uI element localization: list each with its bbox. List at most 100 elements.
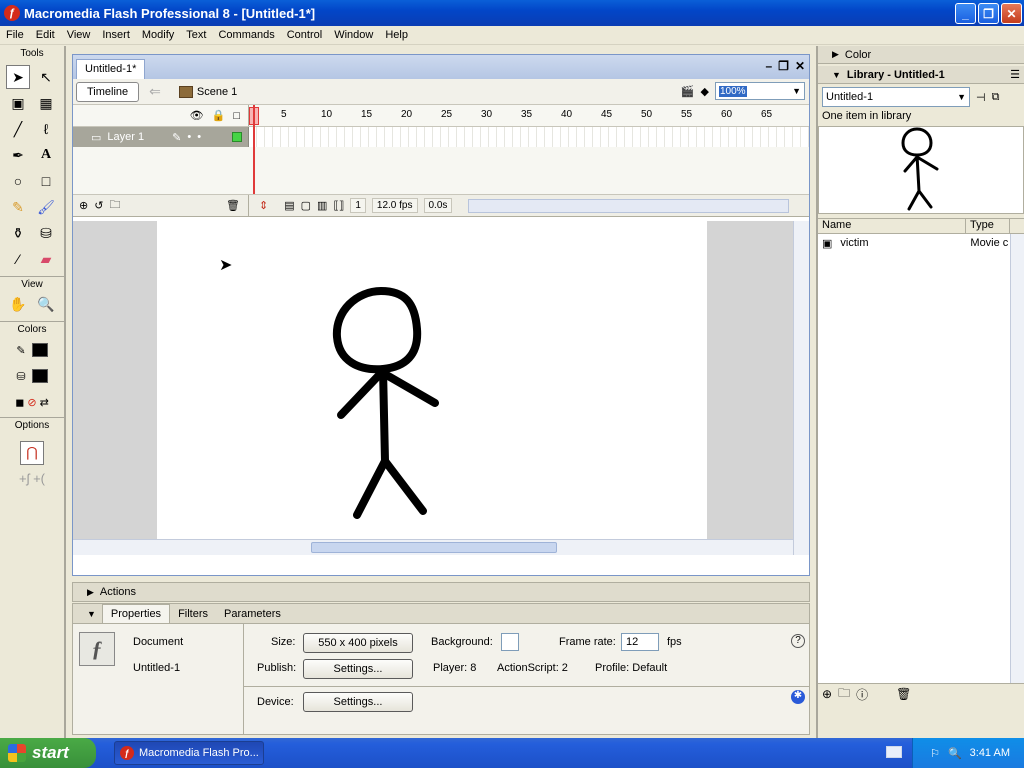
new-library-panel-icon[interactable]: ⧉ — [992, 91, 1000, 104]
stage[interactable] — [157, 221, 707, 555]
publish-settings-button[interactable]: Settings... — [303, 659, 413, 679]
actions-panel-bar[interactable]: ▶ Actions — [72, 582, 810, 602]
default-colors-icon[interactable]: ◼ — [15, 396, 24, 409]
library-document-select[interactable]: Untitled-1 ▼ — [822, 87, 970, 107]
line-tool-icon[interactable]: ╱ — [6, 117, 30, 141]
frame-rate-input[interactable]: 12 — [621, 633, 659, 651]
timeline-toggle-button[interactable]: Timeline — [76, 81, 140, 102]
scrollbar-thumb[interactable] — [311, 542, 557, 553]
onion-skin-icon[interactable]: ▤ — [284, 199, 294, 212]
timeline-horizontal-scrollbar[interactable] — [468, 199, 789, 213]
eyedropper-tool-icon[interactable]: ⁄ — [6, 247, 30, 271]
insert-folder-icon[interactable]: 🗀 — [109, 196, 120, 215]
search-icon[interactable]: 🔍 — [948, 747, 962, 760]
modify-onion-markers-icon[interactable]: ⟦⟧ — [333, 199, 344, 212]
outline-layers-icon[interactable]: □ — [233, 110, 240, 122]
tab-properties[interactable]: Properties — [101, 604, 171, 623]
menu-text[interactable]: Text — [180, 29, 212, 41]
brush-tool-icon[interactable]: 🖌 — [34, 195, 58, 219]
subselection-tool-icon[interactable]: ↖ — [34, 65, 58, 89]
hand-tool-icon[interactable]: ✋ — [6, 292, 30, 316]
stage-vertical-scrollbar[interactable] — [793, 221, 809, 555]
delete-layer-icon[interactable]: 🗑 — [226, 199, 240, 212]
doc-restore-icon[interactable]: ❐ — [778, 59, 789, 73]
menu-edit[interactable]: Edit — [30, 29, 61, 41]
color-panel-bar[interactable]: ▶ Color — [818, 46, 1024, 64]
zoom-dropdown[interactable]: 100% ▼ — [715, 82, 805, 100]
pencil-tool-icon[interactable]: ✎ — [6, 195, 30, 219]
zoom-tool-icon[interactable]: 🔍 — [34, 292, 58, 316]
snap-to-objects-icon[interactable]: ⋂ — [20, 440, 44, 465]
edit-multiple-frames-icon[interactable]: ▥ — [317, 199, 327, 212]
library-panel-bar[interactable]: ▼ Library - Untitled-1 ☰ — [818, 66, 1024, 84]
new-folder-icon[interactable]: 🗀 — [838, 684, 850, 705]
layer-row[interactable]: ▭ Layer 1 ✎ • • — [73, 127, 809, 147]
oval-tool-icon[interactable]: ○ — [6, 169, 30, 193]
list-item[interactable]: ▣ victim Movie c — [818, 234, 1024, 252]
stroke-color-swatch[interactable] — [31, 343, 48, 357]
network-icon[interactable]: ⚐ — [930, 747, 940, 760]
smooth-straighten-icon[interactable]: +ʃ +( — [19, 471, 45, 486]
stage-horizontal-scrollbar[interactable] — [73, 539, 793, 555]
properties-icon[interactable]: ⓘ — [856, 686, 868, 703]
new-symbol-icon[interactable]: ⊕ — [822, 687, 832, 701]
paint-bucket-tool-icon[interactable]: ⛁ — [34, 221, 58, 245]
ink-bottle-tool-icon[interactable]: ⚱ — [6, 221, 30, 245]
tab-filters[interactable]: Filters — [170, 605, 216, 623]
fill-color-swatch[interactable] — [31, 369, 48, 383]
device-settings-button[interactable]: Settings... — [303, 692, 413, 712]
collapse-arrow-icon[interactable]: ▼ — [87, 609, 96, 619]
text-tool-icon[interactable]: A — [34, 143, 58, 167]
pen-tool-icon[interactable]: ✒ — [6, 143, 30, 167]
column-type[interactable]: Type — [966, 219, 1010, 233]
background-color-swatch[interactable] — [501, 633, 519, 651]
no-color-icon[interactable]: ⊘ — [27, 396, 36, 409]
show-hide-layers-icon[interactable]: 👁 — [190, 109, 204, 122]
delete-icon[interactable]: 🗑 — [896, 687, 911, 701]
menu-window[interactable]: Window — [328, 29, 379, 41]
tab-parameters[interactable]: Parameters — [216, 605, 289, 623]
accessibility-icon[interactable]: ✱ — [791, 690, 805, 704]
frame-cells[interactable] — [249, 127, 809, 147]
center-frame-icon[interactable]: ⇕ — [259, 199, 268, 212]
edit-scene-icon[interactable]: 🎬 — [681, 85, 695, 98]
swap-colors-icon[interactable]: ⇄ — [40, 396, 49, 409]
panel-options-icon[interactable]: ☰ — [1010, 68, 1020, 81]
stick-figure-drawing[interactable] — [157, 221, 707, 555]
onion-outline-icon[interactable]: ▢ — [301, 199, 311, 212]
menu-control[interactable]: Control — [281, 29, 328, 41]
doc-minimize-icon[interactable]: – — [765, 59, 772, 73]
size-button[interactable]: 550 x 400 pixels — [303, 633, 413, 653]
restore-button[interactable]: ❐ — [978, 3, 999, 24]
minimize-button[interactable]: _ — [955, 3, 976, 24]
free-transform-tool-icon[interactable]: ▣ — [6, 91, 30, 115]
selection-tool-icon[interactable]: ➤ — [6, 65, 30, 89]
back-arrow-icon[interactable]: ⇐ — [149, 83, 161, 100]
menu-view[interactable]: View — [61, 29, 97, 41]
menu-modify[interactable]: Modify — [136, 29, 180, 41]
scene-breadcrumb[interactable]: Scene 1 — [178, 85, 237, 98]
menu-help[interactable]: Help — [379, 29, 414, 41]
layer-outline-color[interactable] — [232, 132, 242, 142]
column-name[interactable]: Name — [818, 219, 966, 233]
keyboard-icon[interactable] — [886, 746, 902, 758]
lasso-tool-icon[interactable]: ℓ — [34, 117, 58, 141]
close-button[interactable]: ✕ — [1001, 3, 1022, 24]
menu-file[interactable]: File — [0, 29, 30, 41]
start-button[interactable]: start — [0, 738, 96, 768]
menu-insert[interactable]: Insert — [96, 29, 136, 41]
insert-layer-icon[interactable]: ⊕ — [79, 199, 88, 212]
frame-ruler[interactable]: 1 5 10 15 20 25 30 35 40 45 50 55 60 65 — [249, 105, 809, 126]
rectangle-tool-icon[interactable]: □ — [34, 169, 58, 193]
help-icon[interactable]: ? — [791, 634, 805, 648]
fill-transform-tool-icon[interactable]: ▦ — [34, 91, 58, 115]
taskbar-item-flash[interactable]: ƒ Macromedia Flash Pro... — [114, 741, 264, 765]
edit-symbols-icon[interactable]: ◆ — [701, 85, 709, 98]
eraser-tool-icon[interactable]: ▰ — [34, 247, 58, 271]
doc-close-icon[interactable]: ✕ — [795, 59, 805, 73]
lock-layers-icon[interactable]: 🔒 — [212, 109, 226, 122]
menu-commands[interactable]: Commands — [212, 29, 280, 41]
document-tab[interactable]: Untitled-1* — [76, 59, 146, 79]
add-motion-guide-icon[interactable]: ↺ — [94, 199, 103, 212]
pin-library-icon[interactable]: ⊣ — [976, 91, 986, 104]
